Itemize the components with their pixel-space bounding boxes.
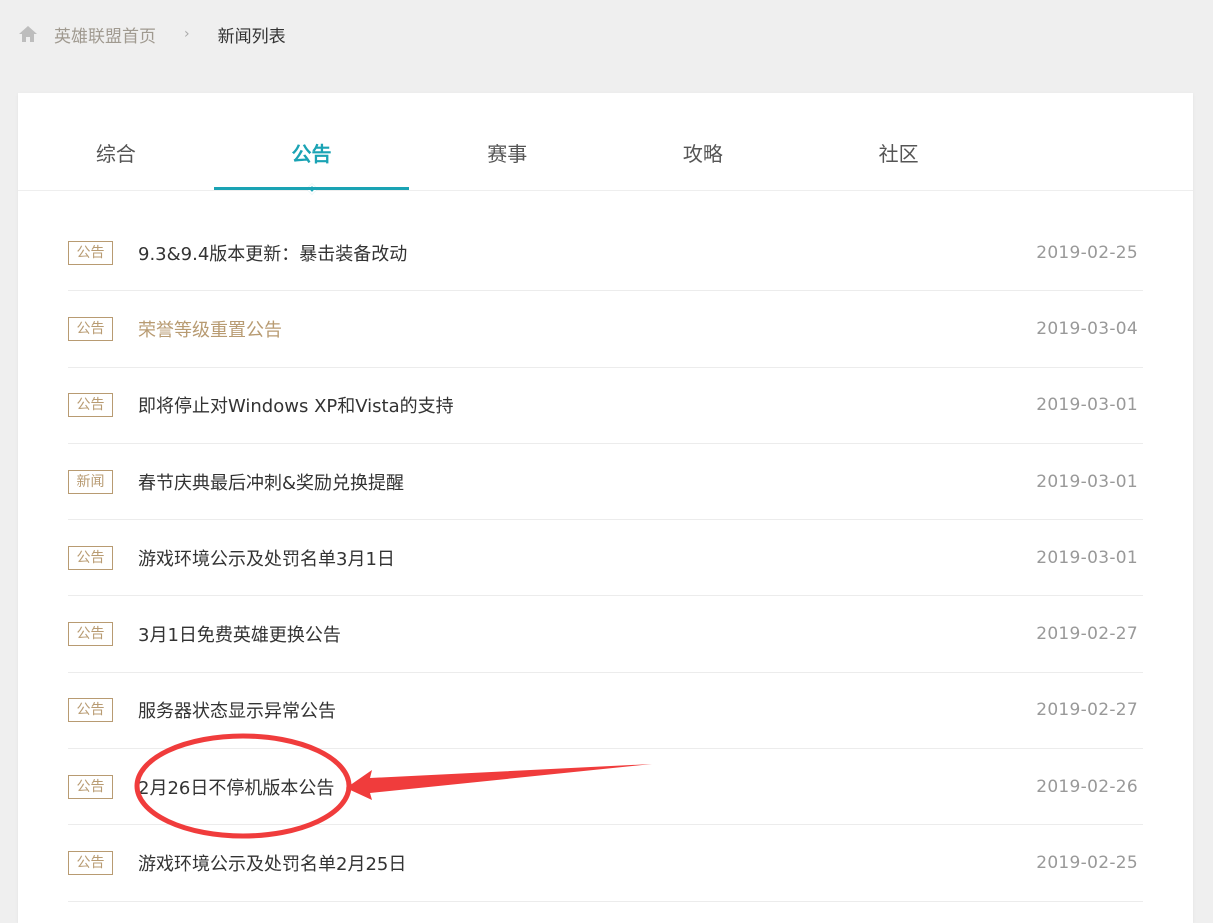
news-title[interactable]: 游戏环境公示及处罚名单2月25日: [138, 850, 1036, 876]
news-row[interactable]: 公告 荣誉等级重置公告 2019-03-04: [68, 291, 1143, 368]
home-icon[interactable]: [18, 24, 38, 44]
news-tag: 公告: [68, 240, 113, 265]
news-date: 2019-02-27: [1036, 624, 1138, 645]
news-title[interactable]: 即将停止对Windows XP和Vista的支持: [138, 392, 1036, 418]
news-title[interactable]: 春节庆典最后冲刺&奖励兑换提醒: [138, 469, 1036, 495]
breadcrumb-home-link[interactable]: 英雄联盟首页: [54, 22, 156, 47]
news-date: 2019-02-27: [1036, 700, 1138, 721]
tab-bar: 综合 公告 赛事 攻略 社区: [18, 93, 1193, 195]
news-tag: 公告: [68, 545, 113, 570]
news-date: 2019-02-26: [1036, 776, 1138, 797]
active-tab-indicator: [305, 183, 318, 195]
breadcrumb-separator: ›: [184, 26, 190, 42]
news-tag: 公告: [68, 851, 113, 876]
news-row[interactable]: 公告 游戏环境公示及处罚名单2月25日 2019-02-25: [68, 825, 1143, 902]
news-date: 2019-03-01: [1036, 471, 1138, 492]
breadcrumb: 英雄联盟首页 › 新闻列表: [18, 20, 286, 48]
news-tag: 新闻: [68, 469, 113, 494]
news-tag: 公告: [68, 698, 113, 723]
news-date: 2019-03-04: [1036, 318, 1138, 339]
news-title[interactable]: 9.3&9.4版本更新：暴击装备改动: [138, 240, 1036, 266]
news-row[interactable]: 公告 游戏环境公示及处罚名单3月1日 2019-03-01: [68, 520, 1143, 597]
breadcrumb-current: 新闻列表: [217, 26, 286, 47]
news-tag: 公告: [68, 622, 113, 647]
news-row[interactable]: 公告 3月1日免费英雄更换公告 2019-02-27: [68, 596, 1143, 673]
news-row[interactable]: 新闻 春节庆典最后冲刺&奖励兑换提醒 2019-03-01: [68, 444, 1143, 521]
news-date: 2019-02-25: [1036, 242, 1138, 263]
news-list: 公告 9.3&9.4版本更新：暴击装备改动 2019-02-25 公告 荣誉等级…: [68, 215, 1143, 902]
news-tag: 公告: [68, 316, 113, 341]
tab-general[interactable]: 综合: [18, 93, 214, 190]
news-date: 2019-03-01: [1036, 395, 1138, 416]
news-tag: 公告: [68, 393, 113, 418]
tab-guides[interactable]: 攻略: [605, 93, 801, 190]
news-date: 2019-03-01: [1036, 547, 1138, 568]
news-title[interactable]: 2月26日不停机版本公告: [138, 774, 1036, 800]
news-title[interactable]: 游戏环境公示及处罚名单3月1日: [138, 545, 1036, 571]
tab-community[interactable]: 社区: [801, 93, 997, 190]
news-row[interactable]: 公告 即将停止对Windows XP和Vista的支持 2019-03-01: [68, 368, 1143, 444]
news-card: 综合 公告 赛事 攻略 社区 公告 9.3&9.4版本更新：暴击装备改动 201…: [18, 93, 1193, 923]
news-row[interactable]: 公告 2月26日不停机版本公告 2019-02-26: [68, 749, 1143, 826]
news-title[interactable]: 3月1日免费英雄更换公告: [138, 621, 1036, 647]
tab-events[interactable]: 赛事: [409, 93, 605, 190]
news-date: 2019-02-25: [1036, 853, 1138, 874]
news-row[interactable]: 公告 服务器状态显示异常公告 2019-02-27: [68, 673, 1143, 750]
news-title[interactable]: 服务器状态显示异常公告: [138, 697, 1036, 723]
news-row[interactable]: 公告 9.3&9.4版本更新：暴击装备改动 2019-02-25: [68, 215, 1143, 292]
news-title[interactable]: 荣誉等级重置公告: [138, 316, 1036, 342]
news-tag: 公告: [68, 774, 113, 799]
tab-announcement[interactable]: 公告: [213, 93, 410, 195]
